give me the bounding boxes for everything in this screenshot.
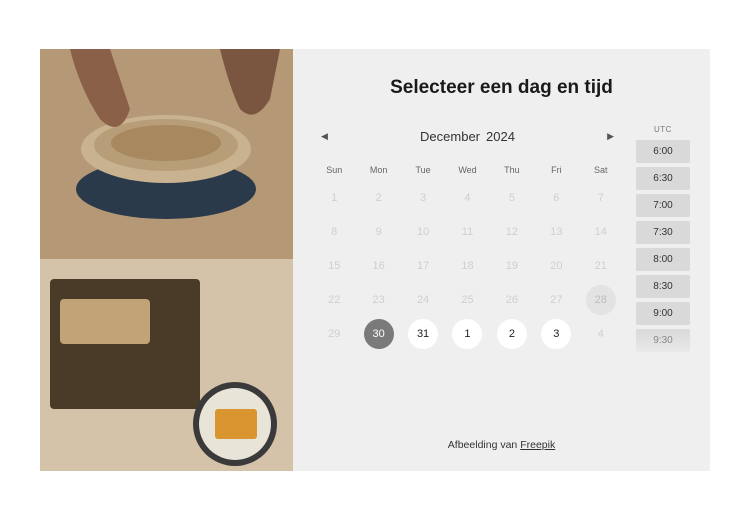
prev-month-button[interactable]: ◀: [317, 127, 332, 146]
calendar-day[interactable]: 1: [452, 319, 482, 349]
weekday-label: Sat: [580, 161, 622, 181]
calendar-day[interactable]: 31: [408, 319, 438, 349]
picker-panel: Selecteer een dag en tijd ◀ December2024…: [293, 49, 710, 471]
calendar-day: 21: [586, 251, 616, 281]
time-slots-column: UTC 6:00 6:30 7:00 7:30 8:00 8:30 9:00 9:30: [636, 125, 690, 421]
hero-image: [40, 49, 293, 471]
calendar-week: 22 23 24 25 26 27 28: [313, 283, 622, 317]
calendar-day: 13: [541, 217, 571, 247]
calendar-week: 89 10 11 12 13 14: [313, 215, 622, 249]
calendar-day[interactable]: 2: [497, 319, 527, 349]
time-slot-list: 6:00 6:30 7:00 7:30 8:00 8:30 9:00 9:30: [636, 140, 690, 356]
weekday-header: SunMonTueWedThuFriSat: [313, 161, 622, 181]
month-year-label: December 2024: [420, 129, 515, 144]
page-title: Selecteer een dag en tijd: [313, 77, 690, 99]
calendar: ◀ December2024 ▶ SunMonTueWedThuFriSat 1…: [313, 125, 622, 421]
calendar-header: ◀ December 2024 ▶: [313, 125, 622, 149]
calendar-day: 6: [541, 183, 571, 213]
next-month-button[interactable]: ▶: [603, 127, 618, 146]
calendar-day: 15: [319, 251, 349, 281]
weekday-label: Thu: [491, 161, 533, 181]
timezone-label: UTC: [636, 125, 690, 134]
attribution-prefix: Afbeelding van: [448, 439, 520, 451]
calendar-day: 23: [364, 285, 394, 315]
calendar-day: 11: [452, 217, 482, 247]
time-slot[interactable]: 6:00: [636, 140, 690, 163]
calendar-day: 20: [541, 251, 571, 281]
calendar-week: 29 30 31 1234: [313, 317, 622, 351]
calendar-day: 25: [452, 285, 482, 315]
calendar-day: 22: [319, 285, 349, 315]
time-slot[interactable]: 8:00: [636, 248, 690, 271]
calendar-day: 26: [497, 285, 527, 315]
calendar-day: 10: [408, 217, 438, 247]
time-slot[interactable]: 8:30: [636, 275, 690, 298]
year-label: 2024: [486, 129, 515, 144]
calendar-day: 9: [364, 217, 394, 247]
calendar-grid: 1234567891011121314151617181920212223242…: [313, 181, 622, 351]
calendar-day: 27: [541, 285, 571, 315]
calendar-week: 15 16 17 18 19 20 21: [313, 249, 622, 283]
calendar-day: 2: [364, 183, 394, 213]
time-slot[interactable]: 9:00: [636, 302, 690, 325]
time-slot[interactable]: 6:30: [636, 167, 690, 190]
calendar-day: 12: [497, 217, 527, 247]
month-label: December: [420, 129, 480, 144]
calendar-day: 5: [497, 183, 527, 213]
image-attribution: Afbeelding van Freepik: [313, 439, 690, 451]
calendar-day[interactable]: 30: [364, 319, 394, 349]
time-slot[interactable]: 9:30: [636, 329, 690, 352]
weekday-label: Wed: [446, 161, 488, 181]
picker-row: ◀ December2024 ▶ SunMonTueWedThuFriSat 1…: [313, 125, 690, 421]
calendar-day: 29: [319, 319, 349, 349]
calendar-day: 19: [497, 251, 527, 281]
calendar-day: 24: [408, 285, 438, 315]
calendar-day[interactable]: 28: [586, 285, 616, 315]
calendar-day: 4: [452, 183, 482, 213]
calendar-day: 16: [364, 251, 394, 281]
calendar-day: 7: [586, 183, 616, 213]
calendar-day: 3: [408, 183, 438, 213]
calendar-day: 4: [586, 319, 616, 349]
calendar-week: 1234567: [313, 181, 622, 215]
calendar-day: 14: [586, 217, 616, 247]
calendar-day: 8: [319, 217, 349, 247]
weekday-label: Fri: [535, 161, 577, 181]
calendar-day[interactable]: 3: [541, 319, 571, 349]
weekday-label: Sun: [313, 161, 355, 181]
booking-widget: Selecteer een dag en tijd ◀ December2024…: [40, 49, 710, 471]
time-slot[interactable]: 7:00: [636, 194, 690, 217]
calendar-day: 18: [452, 251, 482, 281]
time-slot[interactable]: 7:30: [636, 221, 690, 244]
weekday-label: Tue: [402, 161, 444, 181]
weekday-label: Mon: [357, 161, 399, 181]
attribution-link[interactable]: Freepik: [520, 439, 555, 451]
calendar-day: 1: [319, 183, 349, 213]
calendar-day: 17: [408, 251, 438, 281]
